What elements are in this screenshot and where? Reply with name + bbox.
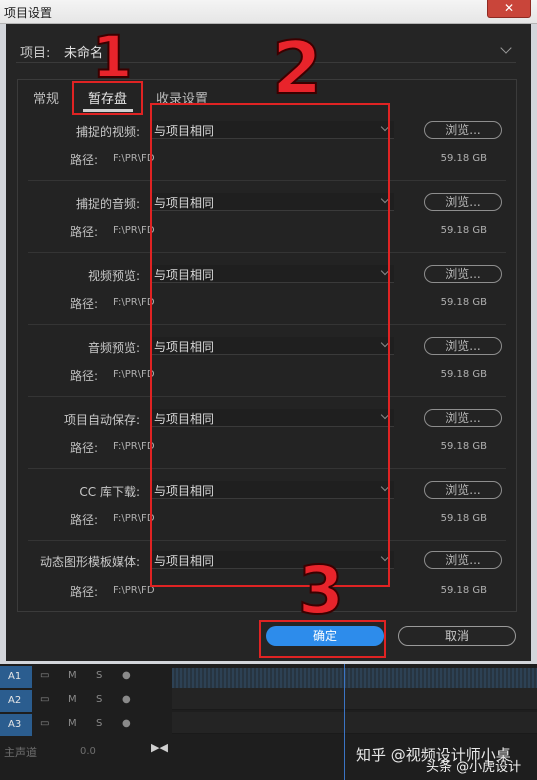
path-value: F:\PR\FD xyxy=(113,225,155,236)
close-button[interactable]: ✕ xyxy=(487,0,531,18)
camera-icon[interactable]: ▭ xyxy=(40,670,49,681)
track-area-a2[interactable] xyxy=(172,688,537,710)
path-value: F:\PR\FD xyxy=(113,441,155,452)
bowtie-icon[interactable]: ▶◀ xyxy=(151,741,168,754)
microphone-icon[interactable]: ● xyxy=(122,670,131,681)
row-label: 动态图形模板媒体: xyxy=(39,555,140,569)
microphone-icon[interactable]: ● xyxy=(122,694,131,705)
browse-button[interactable]: 浏览... xyxy=(424,409,502,427)
row-label: 视频预览: xyxy=(87,269,140,283)
path-label: 路径: xyxy=(70,513,99,527)
disk-size: 59.18 GB xyxy=(440,297,487,308)
disk-size: 59.18 GB xyxy=(440,513,487,524)
annotation-number-3: 3 xyxy=(297,552,345,629)
path-value: F:\PR\FD xyxy=(113,369,155,380)
annotation-box-dropdowns xyxy=(150,103,390,587)
audio-track-a3[interactable]: A3 ▭ M S ● xyxy=(0,714,172,736)
audio-track-a1[interactable]: A1 ▭ M S ● xyxy=(0,666,172,688)
mute-toggle[interactable]: M xyxy=(68,718,77,729)
row-label: 项目自动保存: xyxy=(63,413,140,427)
browse-button[interactable]: 浏览... xyxy=(424,337,502,355)
mute-toggle[interactable]: M xyxy=(68,670,77,681)
playhead[interactable] xyxy=(344,664,345,780)
project-select-underline xyxy=(16,62,516,63)
annotation-number-1: 1 xyxy=(91,23,133,91)
track-area-a3[interactable] xyxy=(172,712,537,734)
camera-icon[interactable]: ▭ xyxy=(40,694,49,705)
path-value: F:\PR\FD xyxy=(113,513,155,524)
path-label: 路径: xyxy=(70,153,99,167)
path-value: F:\PR\FD xyxy=(113,153,155,164)
path-label: 路径: xyxy=(70,441,99,455)
browse-button[interactable]: 浏览... xyxy=(424,121,502,139)
browse-button[interactable]: 浏览... xyxy=(424,265,502,283)
track-id: A2 xyxy=(0,690,32,712)
microphone-icon[interactable]: ● xyxy=(122,718,131,729)
row-label: 捕捉的视频: xyxy=(75,125,140,139)
window-title: 项目设置 xyxy=(4,6,53,20)
audio-track-a2[interactable]: A2 ▭ M S ● xyxy=(0,690,172,712)
browse-button[interactable]: 浏览... xyxy=(424,481,502,499)
track-id: A1 xyxy=(0,666,32,688)
mute-toggle[interactable]: M xyxy=(68,694,77,705)
cancel-button[interactable]: 取消 xyxy=(398,626,516,646)
master-track-label: 主声道 xyxy=(4,746,37,759)
tab-general[interactable]: 常规 xyxy=(33,88,59,107)
audio-waveform xyxy=(172,668,537,688)
disk-size: 59.18 GB xyxy=(440,585,487,596)
path-value: F:\PR\FD xyxy=(113,585,155,596)
camera-icon[interactable]: ▭ xyxy=(40,718,49,729)
row-label: CC 库下载: xyxy=(79,485,140,499)
solo-toggle[interactable]: S xyxy=(96,670,102,681)
disk-size: 59.18 GB xyxy=(440,369,487,380)
row-label: 捕捉的音频: xyxy=(75,197,140,211)
browse-button[interactable]: 浏览... xyxy=(424,551,502,569)
path-label: 路径: xyxy=(70,297,99,311)
disk-size: 59.18 GB xyxy=(440,441,487,452)
path-label: 路径: xyxy=(70,585,99,599)
project-label: 项目: xyxy=(20,46,51,61)
watermark-toutiao: 头条 @小虎设计 xyxy=(426,760,522,775)
annotation-number-2: 2 xyxy=(271,26,323,110)
master-volume-value[interactable]: 0.0 xyxy=(80,746,96,757)
track-id: A3 xyxy=(0,714,32,736)
disk-size: 59.18 GB xyxy=(440,153,487,164)
window-titlebar: 项目设置 ✕ xyxy=(0,0,537,24)
path-label: 路径: xyxy=(70,225,99,239)
solo-toggle[interactable]: S xyxy=(96,694,102,705)
close-icon: ✕ xyxy=(503,1,515,15)
path-label: 路径: xyxy=(70,369,99,383)
browse-button[interactable]: 浏览... xyxy=(424,193,502,211)
disk-size: 59.18 GB xyxy=(440,225,487,236)
path-value: F:\PR\FD xyxy=(113,297,155,308)
solo-toggle[interactable]: S xyxy=(96,718,102,729)
row-label: 音频预览: xyxy=(87,341,140,355)
